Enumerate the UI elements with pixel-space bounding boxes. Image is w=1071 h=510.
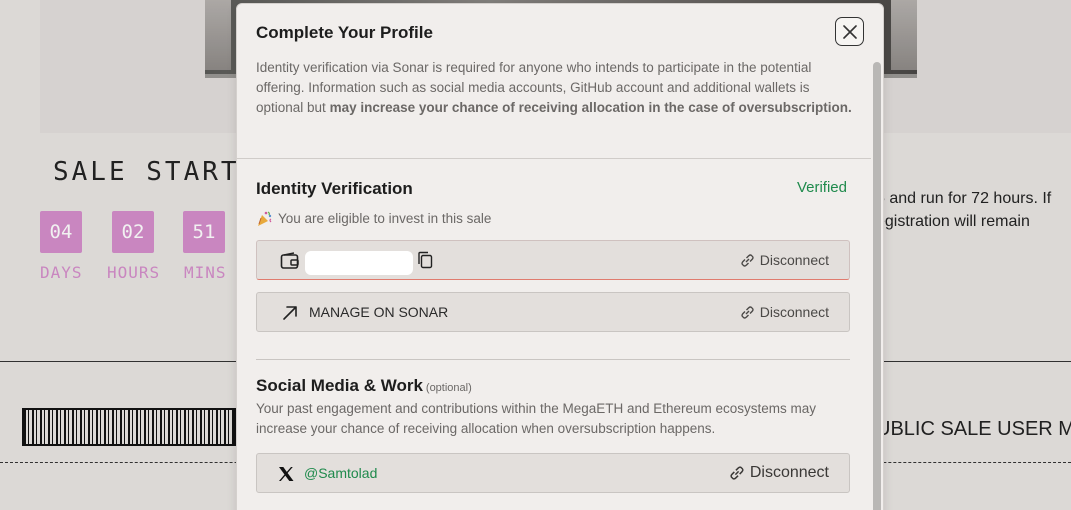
x-logo-icon xyxy=(275,463,297,485)
x-disconnect-label: Disconnect xyxy=(749,464,829,481)
identity-verification-title: Identity Verification xyxy=(256,179,413,198)
party-popper-icon xyxy=(258,211,272,226)
unlink-icon xyxy=(741,253,754,267)
arrow-up-right-icon xyxy=(279,302,301,324)
wallet-disconnect-label: Disconnect xyxy=(759,252,829,268)
modal-scrollbar[interactable] xyxy=(873,62,881,510)
unlink-icon xyxy=(741,305,754,319)
wallet-icon xyxy=(279,250,301,272)
close-button[interactable] xyxy=(835,17,864,46)
social-media-title: Social Media & Work (optional) xyxy=(256,376,472,396)
verified-status: Verified xyxy=(796,179,847,196)
complete-profile-modal: Complete Your Profile Identity verificat… xyxy=(236,3,884,510)
manage-on-sonar-row[interactable]: MANAGE ON SONAR Disconnect xyxy=(256,292,850,332)
copy-icon[interactable] xyxy=(417,251,433,274)
manage-on-sonar-link[interactable]: MANAGE ON SONAR xyxy=(309,304,448,320)
sonar-disconnect-button[interactable]: Disconnect xyxy=(740,304,829,320)
modal-intro-text: Identity verification via Sonar is requi… xyxy=(256,58,856,118)
wallet-row: Disconnect xyxy=(256,240,850,280)
eligibility-text: You are eligible to invest in this sale xyxy=(278,211,492,226)
social-media-description: Your past engagement and contributions w… xyxy=(256,401,817,436)
optional-tag: (optional) xyxy=(425,382,472,394)
wallet-disconnect-button[interactable]: Disconnect xyxy=(740,252,829,268)
social-media-title-text: Social Media & Work xyxy=(256,376,423,395)
x-handle: @Samtolad xyxy=(304,465,378,481)
x-disconnect-button[interactable]: Disconnect xyxy=(729,464,829,482)
x-account-row: @Samtolad Disconnect xyxy=(256,453,850,493)
unlink-icon xyxy=(730,466,744,480)
close-icon xyxy=(842,24,857,39)
intro-bold-text: may increase your chance of receiving al… xyxy=(329,100,852,115)
modal-title: Complete Your Profile xyxy=(256,23,433,42)
wallet-address xyxy=(305,251,413,275)
sonar-disconnect-label: Disconnect xyxy=(759,304,829,320)
modal-divider xyxy=(237,158,871,159)
section-divider-inner xyxy=(256,359,850,360)
eligibility-message: You are eligible to invest in this sale xyxy=(256,210,491,227)
